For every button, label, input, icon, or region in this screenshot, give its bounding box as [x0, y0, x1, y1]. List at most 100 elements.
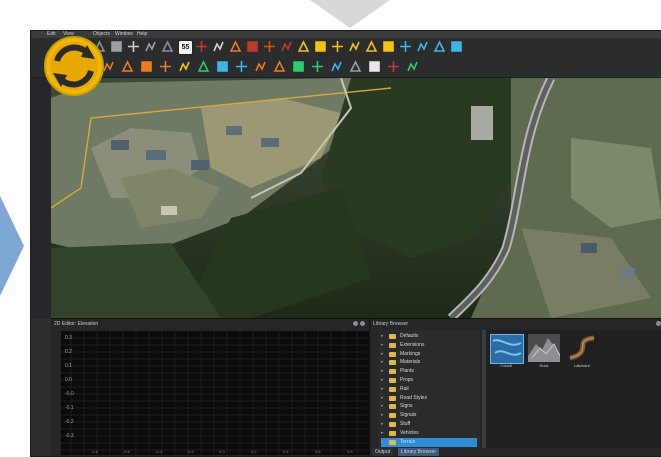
library-folder-item[interactable]: ▸ Extensions	[381, 341, 477, 350]
library-folder-item[interactable]: ▸ Props	[381, 376, 477, 385]
thumbnail-label: Lakewire	[573, 363, 590, 368]
library-folder-item[interactable]: ▸ Signals	[381, 411, 477, 420]
expand-arrow-icon[interactable]: ▸	[381, 411, 384, 420]
expand-arrow-icon[interactable]: ▸	[381, 376, 384, 385]
menu-window[interactable]: Window	[115, 31, 133, 38]
decorative-left-arrow	[0, 196, 24, 296]
elevation-graph[interactable]: 0.3 0.2 0.1 0.0 -0.0 -0.1 -0.2 -0.3 -0.8…	[61, 331, 386, 455]
folder-icon	[389, 395, 396, 401]
brick-icon[interactable]	[246, 40, 259, 53]
layers-icon[interactable]	[292, 60, 305, 73]
grid-icon[interactable]	[229, 40, 242, 53]
layer-add-icon[interactable]	[330, 60, 343, 73]
x-tick: 0.4	[283, 449, 289, 454]
lane-merge-icon[interactable]	[450, 40, 463, 53]
x-tick: 0.2	[251, 449, 257, 454]
library-folder-item[interactable]: ▸ Signs	[381, 402, 477, 411]
arch-icon[interactable]	[144, 40, 157, 53]
3d-viewport[interactable]	[51, 78, 661, 318]
folder-icon	[389, 430, 396, 436]
thumbnail-label: Rock	[539, 363, 549, 368]
target-icon[interactable]	[110, 40, 123, 53]
light-icon[interactable]	[280, 40, 293, 53]
library-browser-panel: Library Browser ▸ Defaults ▸ Extensions ▸ Mar…	[369, 318, 661, 456]
menu-help[interactable]: Help	[137, 31, 147, 38]
expand-arrow-icon[interactable]: ▸	[381, 358, 384, 367]
folder-icon	[389, 404, 396, 410]
dial-icon[interactable]	[127, 40, 140, 53]
lane-split-icon[interactable]	[331, 40, 344, 53]
lane-icon[interactable]	[314, 40, 327, 53]
library-folder-item[interactable]: ▸ Materials	[381, 358, 477, 367]
folder-label: Extensions	[400, 341, 425, 348]
library-folder-item[interactable]: ▸ Terrain	[381, 437, 477, 447]
layer-stack-icon[interactable]	[311, 60, 324, 73]
tab-output[interactable]: Output	[372, 448, 394, 456]
expand-arrow-icon[interactable]: ▸	[381, 341, 384, 350]
elevation-icon[interactable]	[254, 60, 267, 73]
expand-arrow-icon[interactable]: ▸	[381, 350, 384, 359]
expand-arrow-icon[interactable]: ▸	[381, 385, 384, 394]
y-tick: 0.0	[65, 377, 72, 383]
library-folder-item[interactable]: ▸ Road Styles	[381, 394, 477, 403]
thumbnail-label: Cobalt	[500, 363, 512, 368]
lane-add-icon[interactable]	[348, 40, 361, 53]
folder-label: Signs	[400, 403, 413, 410]
roadwork-icon[interactable]	[121, 60, 134, 73]
warning-sign-icon[interactable]	[178, 60, 191, 73]
main-toolbar: 55	[31, 38, 661, 57]
expand-arrow-icon[interactable]: ▸	[381, 332, 384, 341]
wall-icon[interactable]	[263, 40, 276, 53]
thumbnail-rock[interactable]	[528, 334, 561, 362]
lane-drop-icon[interactable]	[365, 40, 378, 53]
library-folder-item[interactable]: ▸ Vehicles	[381, 429, 477, 438]
expand-arrow-icon[interactable]: ▸	[381, 420, 384, 429]
lane-fork-icon[interactable]	[433, 40, 446, 53]
elevation-editor-panel: 2D Editor: Elevation 0.3 0.2 0.1 0.0 -0.…	[51, 318, 386, 456]
lane-width-icon[interactable]	[382, 40, 395, 53]
library-folder-item[interactable]: ▸ Stuff	[381, 420, 477, 429]
panel-close-icon[interactable]	[656, 321, 661, 326]
terrain-icon[interactable]	[197, 60, 210, 73]
cones-icon[interactable]	[159, 60, 172, 73]
panel-close-icon[interactable]	[360, 321, 365, 326]
thumbnail-cobalt[interactable]	[490, 334, 524, 364]
profile-icon[interactable]	[273, 60, 286, 73]
application-window: Edit View Objects Window Help 55 50	[30, 30, 661, 457]
lane-edit-icon[interactable]	[416, 40, 429, 53]
thumbnail-lakewire[interactable]	[566, 334, 598, 362]
library-folder-item[interactable]: ▸ Rail	[381, 385, 477, 394]
marker-icon[interactable]	[212, 40, 225, 53]
speed-sign-55-icon[interactable]: 55	[178, 40, 193, 55]
camera-icon[interactable]	[368, 60, 381, 73]
y-tick: 0.1	[65, 363, 72, 369]
expand-arrow-icon[interactable]: ▸	[381, 402, 384, 411]
image-icon[interactable]	[235, 60, 248, 73]
expand-arrow-icon[interactable]: ▸	[381, 394, 384, 403]
folder-label: Defaults	[400, 333, 419, 339]
object-toolbar: 50	[31, 57, 661, 78]
library-folder-item[interactable]: ▸ Plants	[381, 367, 477, 376]
library-folder-tree: ▸ Defaults ▸ Extensions ▸ Markings ▸ Materials ▸…	[378, 330, 480, 448]
expand-arrow-icon[interactable]: ▸	[381, 367, 384, 376]
library-folder-item[interactable]: ▸ Defaults	[381, 332, 477, 341]
expand-arrow-icon[interactable]: ▸	[381, 438, 384, 447]
y-tick: -0.2	[65, 419, 74, 425]
bridge-icon[interactable]	[161, 40, 174, 53]
panel-float-icon[interactable]	[353, 321, 358, 326]
house-icon[interactable]	[406, 60, 419, 73]
library-folder-item[interactable]: ▸ Markings	[381, 350, 477, 359]
x-tick: 0.0	[219, 449, 225, 454]
traffic-sign-icon[interactable]	[195, 40, 208, 53]
traffic-light-icon[interactable]	[297, 40, 310, 53]
lane-join-icon[interactable]	[399, 40, 412, 53]
folder-label: Stuff	[400, 421, 411, 427]
select-icon[interactable]	[216, 60, 229, 73]
folder-label: Terrain	[400, 438, 416, 445]
folder-label: Markings	[400, 350, 421, 357]
tab-library-browser[interactable]: Library Browser	[398, 448, 440, 456]
expand-arrow-icon[interactable]: ▸	[381, 429, 384, 438]
curve-icon[interactable]	[387, 60, 400, 73]
texture-icon[interactable]	[349, 60, 362, 73]
fire-icon[interactable]	[140, 60, 153, 73]
